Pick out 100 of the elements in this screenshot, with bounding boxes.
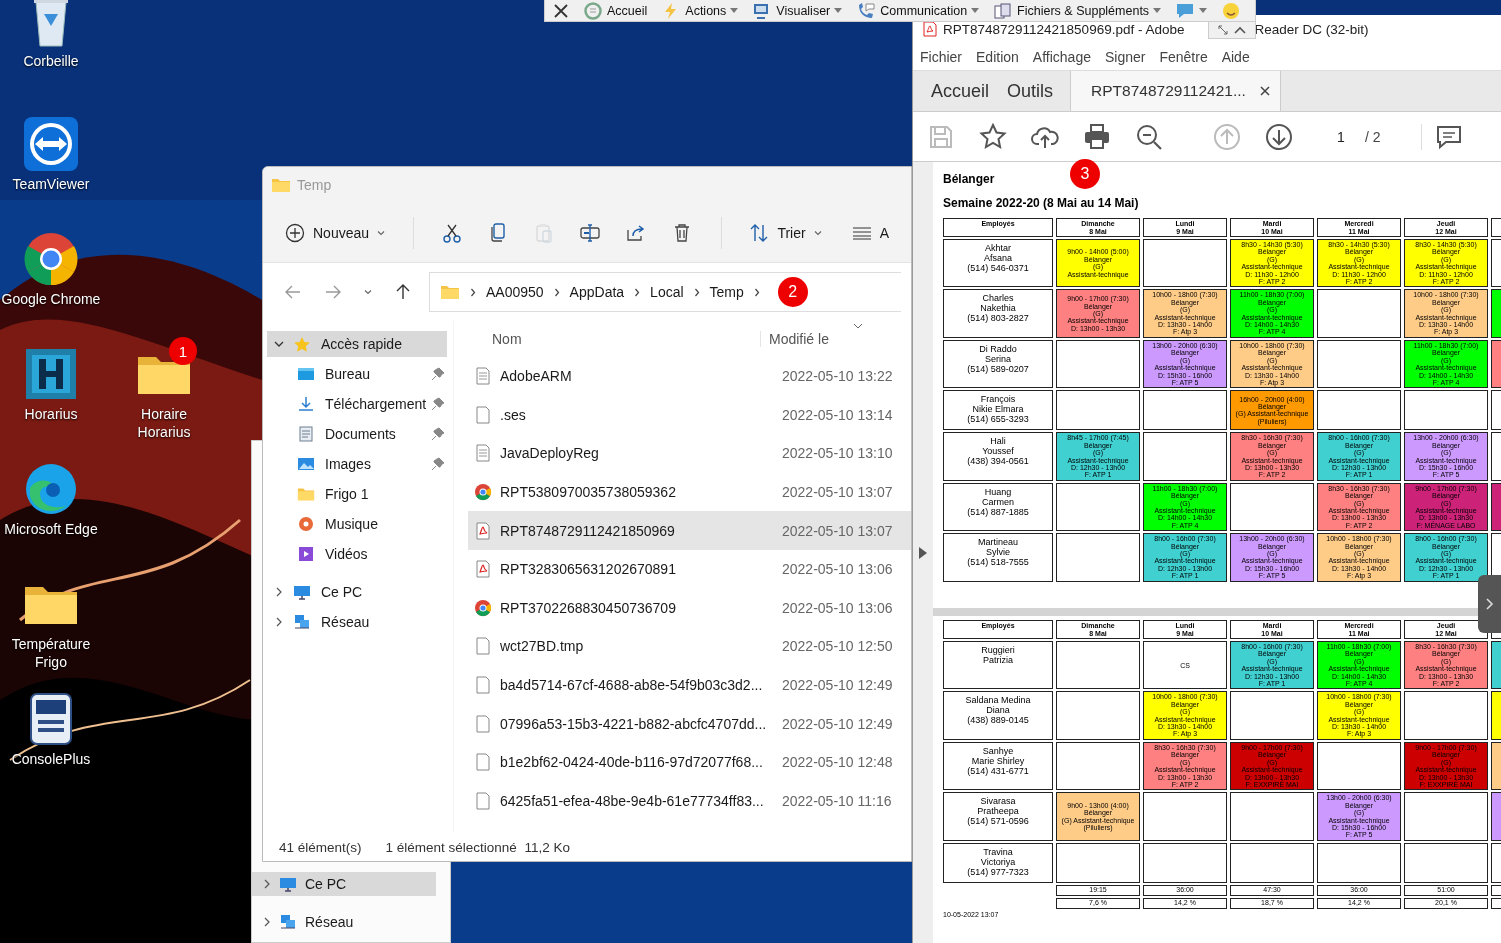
list-view-icon [851,225,872,240]
column-header[interactable]: Modifié le [760,331,829,347]
file-name: JavaDeployReg [500,445,600,462]
nav-item[interactable]: Frigo 1 [267,481,447,507]
file-row[interactable]: 07996a53-15b3-4221-b882-abcfc4707dd... 2022-05-10 12:49 [468,704,911,743]
nav-item[interactable]: Accès rapide [267,331,447,357]
nav-item[interactable]: Vidéos [267,541,447,567]
toolbar-menu[interactable]: Communication [856,1,980,20]
expand-panel-icon[interactable] [919,546,927,559]
chrome-icon [474,598,492,617]
desktop-icon[interactable]: Google Chrome [0,222,102,308]
nav-item[interactable]: Ce PC [267,579,447,605]
address-bar[interactable]: AA00950 AppData Local Temp 2 [429,272,901,312]
nav-item[interactable]: Documents [267,421,447,447]
toolbar-menu[interactable]: Visualiser [752,1,843,20]
print-button[interactable] [1083,122,1111,151]
tab[interactable]: Outils [989,71,1054,111]
chrome-icon [22,230,80,288]
close-button[interactable] [553,2,569,19]
nav-item[interactable]: Réseau [267,609,447,635]
menu-item[interactable]: Affichage [1032,48,1091,65]
breadcrumb-item[interactable]: AppData [569,284,625,300]
nav-item[interactable]: Réseau [252,910,436,934]
menu-item[interactable]: Signer [1104,48,1146,65]
employee-name: Huang Carmen (514) 887-1885 [943,482,1053,532]
menu-item[interactable]: Fichier [920,48,962,65]
employee-name: Akhtar Afsana (514) 546-0371 [943,239,1053,288]
down-button[interactable] [1265,122,1293,151]
toolbar-menu[interactable]: Fichiers & Suppléments [993,1,1162,20]
toolbar-icon-button[interactable] [1175,1,1208,20]
smiley-icon [1221,1,1242,20]
breadcrumb-item[interactable]: Local [650,284,684,300]
modified-date: 2022-05-10 13:07 [782,484,893,501]
breadcrumb-item[interactable]: AA00950 [486,284,544,300]
file-row[interactable]: JavaDeployReg 2022-05-10 13:10 [468,434,911,473]
new-button[interactable]: Nouveau [277,216,394,249]
nav-item[interactable]: Bureau [267,361,447,387]
blank-file-icon [474,714,492,733]
comment-button[interactable] [1420,123,1462,150]
desktop-icon[interactable]: Horaire Horarius 1 [113,337,215,441]
desktop-icon[interactable]: Température Frigo [0,567,102,671]
nav-item[interactable]: Téléchargement [267,391,447,417]
rename-icon [580,222,601,243]
desktop-icon[interactable]: ConsolePlus [0,682,102,768]
nav-label: Frigo 1 [325,486,369,502]
print-icon [1083,122,1111,151]
file-row[interactable]: 6425fa51-efea-48be-9e4b-61e77734ff83... 2022-05-10 11:16 [468,781,911,821]
column-header[interactable]: Nom [492,331,760,347]
view-button[interactable]: A [843,218,897,247]
desktop-icon[interactable]: Corbeille [0,0,102,70]
file-row[interactable]: ba4d5714-67cf-4688-ab8e-54f9b03c3d2... 2022-05-10 12:49 [468,665,911,705]
nav-label: Musique [325,516,378,532]
employee-name: Travina Victoriya (514) 977-7323 [943,842,1053,883]
menu-item[interactable]: Edition [976,48,1019,65]
chevron-right-icon [264,917,271,927]
breadcrumb-item[interactable]: Temp [709,284,744,300]
nav-item[interactable]: Images [267,451,447,477]
page-number-field[interactable]: 1 [1323,128,1359,145]
tab[interactable]: Accueil [913,71,990,111]
desktop-icon[interactable]: Microsoft Edge [0,452,102,538]
desktop-icon[interactable]: Horarius [0,337,102,423]
zoom-button[interactable] [1135,122,1163,151]
sort-button[interactable]: Trier [741,216,830,249]
file-row[interactable]: wct27BD.tmp 2022-05-10 12:50 [468,627,911,666]
tab[interactable]: RPT8748729112421... [1070,71,1281,111]
blank-file-icon [474,753,492,772]
close-icon[interactable] [1259,86,1270,96]
toolbar-menu[interactable]: Actions [661,1,739,20]
desktop-icon[interactable]: TeamViewer [0,107,102,193]
nav-label: Documents [325,426,396,442]
text-file-icon [474,367,492,386]
file-row[interactable]: RPT5380970035738059362 2022-05-10 13:07 [468,472,911,512]
toolbar-menu[interactable]: Accueil [583,1,648,20]
file-row[interactable]: AdobeARM 2022-05-10 13:22 [468,357,911,396]
star-button[interactable] [979,122,1007,151]
side-panel-handle[interactable] [1478,575,1501,633]
employee-name: Di Raddo Serina (514) 589-0207 [943,339,1053,389]
forward-arrow-icon [324,283,342,301]
toolbar-handle[interactable] [1208,22,1256,39]
desktop-icon-label: Google Chrome [1,290,101,308]
toolbar-icon-button[interactable] [1221,1,1242,20]
sort-icon [749,222,770,243]
nav-item[interactable]: Ce PC [252,872,436,896]
phone-chat-icon [856,1,877,20]
file-row[interactable]: b1e2bf62-0424-40de-b116-97d72077f68... 2022-05-10 12:48 [468,742,911,782]
nav-item[interactable]: Musique [267,511,447,537]
employee-name: Charles Nakethia (514) 803-2827 [943,289,1053,338]
file-row[interactable]: .ses 2022-05-10 13:14 [468,395,911,435]
nav-label: Images [325,456,371,472]
text-file-icon [474,444,492,463]
file-row[interactable]: RPT3283065631202670891 2022-05-10 13:06 [468,549,911,589]
download-icon [297,396,315,412]
menu-item[interactable]: Aide [1221,48,1250,65]
page-count: / 2 [1365,128,1381,145]
file-row[interactable]: RPT8748729112421850969 2022-05-10 13:07 [468,511,911,550]
menu-item[interactable]: Fenêtre [1159,48,1208,65]
file-row[interactable]: RPT3702268830450736709 2022-05-10 13:06 [468,588,911,628]
dropdown-caret-icon [1153,8,1162,13]
folder-icon [440,284,460,300]
sort-caret-icon [853,323,863,330]
